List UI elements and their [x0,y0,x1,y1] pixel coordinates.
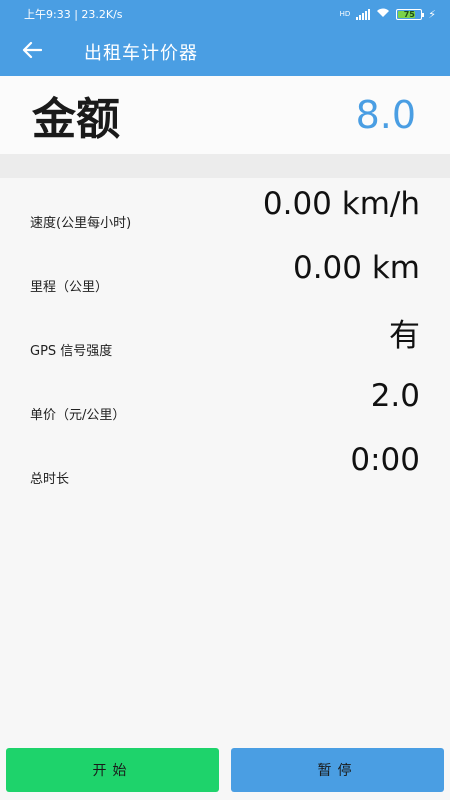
amount-label: 金额 [32,94,120,145]
metric-value: 0:00 [350,442,420,478]
battery-icon: 75 [396,8,425,20]
page-title: 出租车计价器 [84,43,198,64]
status-time-speed: 上午9:33 | 23.2K/s [24,8,123,21]
metric-value: 0.00 km/h [262,186,420,222]
status-bar: 上午9:33 | 23.2K/s HD 75 ⚡ [0,0,450,28]
start-button[interactable]: 开始 [6,748,219,792]
charging-icon: ⚡ [428,7,436,21]
amount-row: 金额 8.0 [0,76,450,154]
hd-badge: HD [339,10,351,18]
signal-icon [356,8,371,20]
metric-value: 0.00 km [292,250,420,286]
metric-row-duration: 总时长 0:00 [0,434,450,498]
pause-button[interactable]: 暂停 [231,748,444,792]
action-bar: 开始 暂停 [0,744,450,800]
metric-row-speed: 速度(公里每小时) 0.00 km/h [0,178,450,242]
metrics-list: 速度(公里每小时) 0.00 km/h 里程（公里） 0.00 km GPS 信… [0,178,450,498]
status-icons: HD 75 ⚡ [340,7,436,21]
metric-label: 速度(公里每小时) [30,215,132,231]
back-button[interactable] [0,28,64,76]
metric-label: 单价（元/公里） [30,407,126,423]
section-divider [0,154,450,178]
app-toolbar: 出租车计价器 [0,28,450,76]
metric-value: 2.0 [370,378,420,414]
arrow-left-icon [22,40,43,65]
battery-level-text: 75 [403,9,415,19]
metric-label: GPS 信号强度 [30,343,113,359]
metric-row-distance: 里程（公里） 0.00 km [0,242,450,306]
wifi-icon [376,7,390,21]
metric-label: 里程（公里） [30,279,109,295]
metric-label: 总时长 [30,471,70,487]
amount-value: 8.0 [355,93,416,137]
metric-value: 有 [389,317,420,354]
metric-row-unit-price: 单价（元/公里） 2.0 [0,370,450,434]
metric-row-gps: GPS 信号强度 有 [0,306,450,370]
